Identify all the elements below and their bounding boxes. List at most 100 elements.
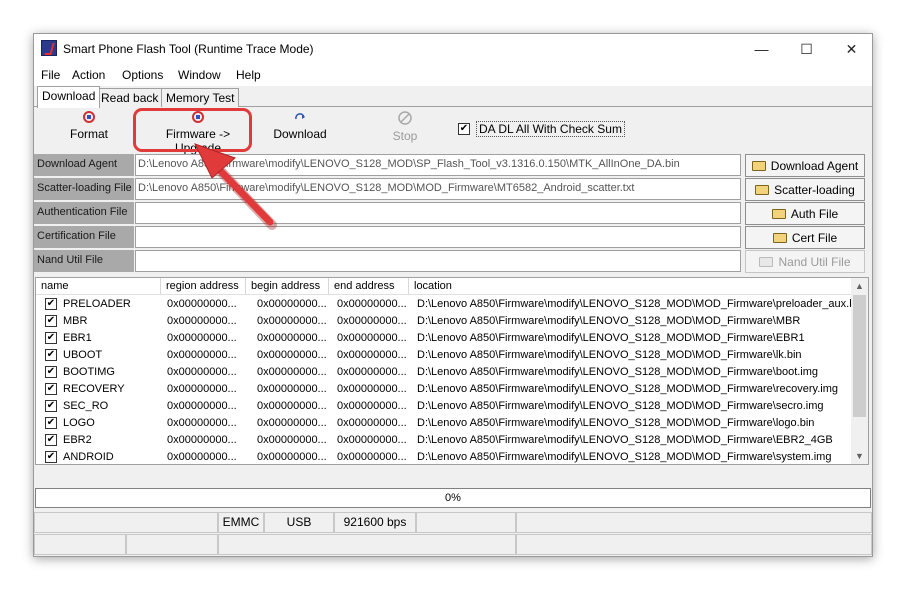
table-row[interactable]: ✔ SEC_RO 0x00000000... 0x00000000... 0x00000… <box>36 398 856 415</box>
cell-location: D:\Lenovo A850\Firmware\modify\LENOVO_S1… <box>417 366 819 378</box>
minimize-button[interactable]: — <box>739 34 784 64</box>
vertical-scrollbar[interactable]: ▲ ▼ <box>851 278 868 464</box>
menu-file[interactable]: File <box>41 68 60 82</box>
status-connection: USB <box>264 512 334 533</box>
cell-region-address: 0x00000000... <box>167 400 237 412</box>
cell-begin-address: 0x00000000... <box>257 434 327 446</box>
cell-region-address: 0x00000000... <box>167 434 237 446</box>
scatter-loading-button[interactable]: Scatter-loading <box>745 178 865 201</box>
column-end-address[interactable]: end address <box>329 278 409 295</box>
close-button[interactable]: ✕ <box>829 34 872 64</box>
cell-begin-address: 0x00000000... <box>257 400 327 412</box>
scatter-row: Scatter-loading File D:\Lenovo A850\Firm… <box>34 178 872 202</box>
firmware-upgrade-label: Firmware -> Upgrade <box>165 127 231 155</box>
tab-read-back[interactable]: Read back <box>96 88 164 107</box>
tab-download[interactable]: Download <box>37 86 101 108</box>
firmware-upgrade-icon <box>192 111 204 123</box>
table-row[interactable]: ✔ ANDROID 0x00000000... 0x00000000... 0x0000… <box>36 449 856 464</box>
cell-name: MBR <box>63 315 88 327</box>
column-location[interactable]: location <box>409 278 856 295</box>
scatter-path[interactable]: D:\Lenovo A850\Firmware\modify\LENOVO_S1… <box>135 178 741 200</box>
folder-icon <box>755 184 770 195</box>
tab-memory-test[interactable]: Memory Test <box>161 88 240 107</box>
scroll-thumb[interactable] <box>853 295 866 417</box>
cell-location: D:\Lenovo A850\Firmware\modify\LENOVO_S1… <box>417 383 838 395</box>
nand-button-label: Nand Util File <box>778 254 851 269</box>
scroll-down-icon[interactable]: ▼ <box>851 448 868 464</box>
row-checkbox[interactable]: ✔ <box>45 366 57 378</box>
row-checkbox[interactable]: ✔ <box>45 349 57 361</box>
auth-file-button[interactable]: Auth File <box>745 202 865 225</box>
stop-label: Stop <box>392 129 418 143</box>
row-checkbox[interactable]: ✔ <box>45 298 57 310</box>
cert-row: Certification File Cert File <box>34 226 872 250</box>
table-row[interactable]: ✔ UBOOT 0x00000000... 0x00000000... 0x000000… <box>36 347 856 364</box>
status-bar: EMMC USB 921600 bps <box>34 512 872 556</box>
cell-end-address: 0x00000000... <box>337 332 407 344</box>
cert-label: Certification File <box>34 226 134 248</box>
nand-util-button[interactable]: Nand Util File <box>745 250 865 273</box>
cell-name: SEC_RO <box>63 400 109 412</box>
download-icon <box>295 113 305 120</box>
nand-path[interactable] <box>135 250 741 272</box>
maximize-button[interactable]: ☐ <box>784 34 829 64</box>
menu-window[interactable]: Window <box>178 68 221 82</box>
table-row[interactable]: ✔ EBR2 0x00000000... 0x00000000... 0x0000000… <box>36 432 856 449</box>
cell-end-address: 0x00000000... <box>337 383 407 395</box>
title-bar[interactable]: Smart Phone Flash Tool (Runtime Trace Mo… <box>34 34 872 64</box>
partition-list: name region address begin address end ad… <box>35 277 869 465</box>
cell-name: RECOVERY <box>63 383 125 395</box>
row-checkbox[interactable]: ✔ <box>45 332 57 344</box>
row-checkbox[interactable]: ✔ <box>45 451 57 463</box>
download-agent-path[interactable]: D:\Lenovo A850\Firmware\modify\LENOVO_S1… <box>135 154 741 176</box>
format-label: Format <box>69 127 108 141</box>
row-checkbox[interactable]: ✔ <box>45 383 57 395</box>
download-agent-button-label: Download Agent <box>770 158 859 173</box>
cell-location: D:\Lenovo A850\Firmware\modify\LENOVO_S1… <box>417 451 832 463</box>
checksum-checkbox[interactable]: ✔ <box>458 123 470 135</box>
format-button[interactable]: Format <box>67 111 111 141</box>
status-cell-10 <box>516 534 872 555</box>
cell-name: EBR2 <box>63 434 92 446</box>
download-agent-button[interactable]: Download Agent <box>745 154 865 177</box>
row-checkbox[interactable]: ✔ <box>45 315 57 327</box>
menu-help[interactable]: Help <box>236 68 261 82</box>
cert-path[interactable] <box>135 226 741 248</box>
cell-location: D:\Lenovo A850\Firmware\modify\LENOVO_S1… <box>417 434 833 446</box>
table-row[interactable]: ✔ BOOTIMG 0x00000000... 0x00000000... 0x0000… <box>36 364 856 381</box>
stop-button[interactable]: Stop <box>386 111 424 143</box>
cell-region-address: 0x00000000... <box>167 315 237 327</box>
tab-strip: Download Read back Memory Test <box>34 86 872 108</box>
cert-file-button[interactable]: Cert File <box>745 226 865 249</box>
column-begin-address[interactable]: begin address <box>246 278 329 295</box>
download-button[interactable]: Download <box>272 111 328 141</box>
table-row[interactable]: ✔ RECOVERY 0x00000000... 0x00000000... 0x000… <box>36 381 856 398</box>
table-row[interactable]: ✔ PRELOADER 0x00000000... 0x00000000... 0x00… <box>36 296 856 313</box>
row-checkbox[interactable]: ✔ <box>45 400 57 412</box>
row-checkbox[interactable]: ✔ <box>45 434 57 446</box>
folder-icon <box>751 160 766 171</box>
scroll-up-icon[interactable]: ▲ <box>851 278 868 294</box>
cell-begin-address: 0x00000000... <box>257 298 327 310</box>
checksum-option[interactable]: ✔ DA DL All With Check Sum <box>458 121 625 137</box>
cell-end-address: 0x00000000... <box>337 417 407 429</box>
table-row[interactable]: ✔ MBR 0x00000000... 0x00000000... 0x00000000… <box>36 313 856 330</box>
row-checkbox[interactable]: ✔ <box>45 417 57 429</box>
nand-label: Nand Util File <box>34 250 134 272</box>
download-agent-label: Download Agent <box>34 154 134 176</box>
cell-begin-address: 0x00000000... <box>257 417 327 429</box>
table-row[interactable]: ✔ EBR1 0x00000000... 0x00000000... 0x0000000… <box>36 330 856 347</box>
table-row[interactable]: ✔ LOGO 0x00000000... 0x00000000... 0x0000000… <box>36 415 856 432</box>
menu-action[interactable]: Action <box>72 68 105 82</box>
column-name[interactable]: name <box>36 278 161 295</box>
firmware-upgrade-button[interactable]: Firmware -> Upgrade <box>142 111 254 155</box>
download-label: Download <box>273 127 327 141</box>
cell-begin-address: 0x00000000... <box>257 332 327 344</box>
scatter-button-label: Scatter-loading <box>774 182 855 197</box>
column-region-address[interactable]: region address <box>161 278 246 295</box>
auth-path[interactable] <box>135 202 741 224</box>
cell-location: D:\Lenovo A850\Firmware\modify\LENOVO_S1… <box>417 417 815 429</box>
cell-location: D:\Lenovo A850\Firmware\modify\LENOVO_S1… <box>417 349 802 361</box>
status-cell-8 <box>126 534 218 555</box>
menu-options[interactable]: Options <box>122 68 163 82</box>
